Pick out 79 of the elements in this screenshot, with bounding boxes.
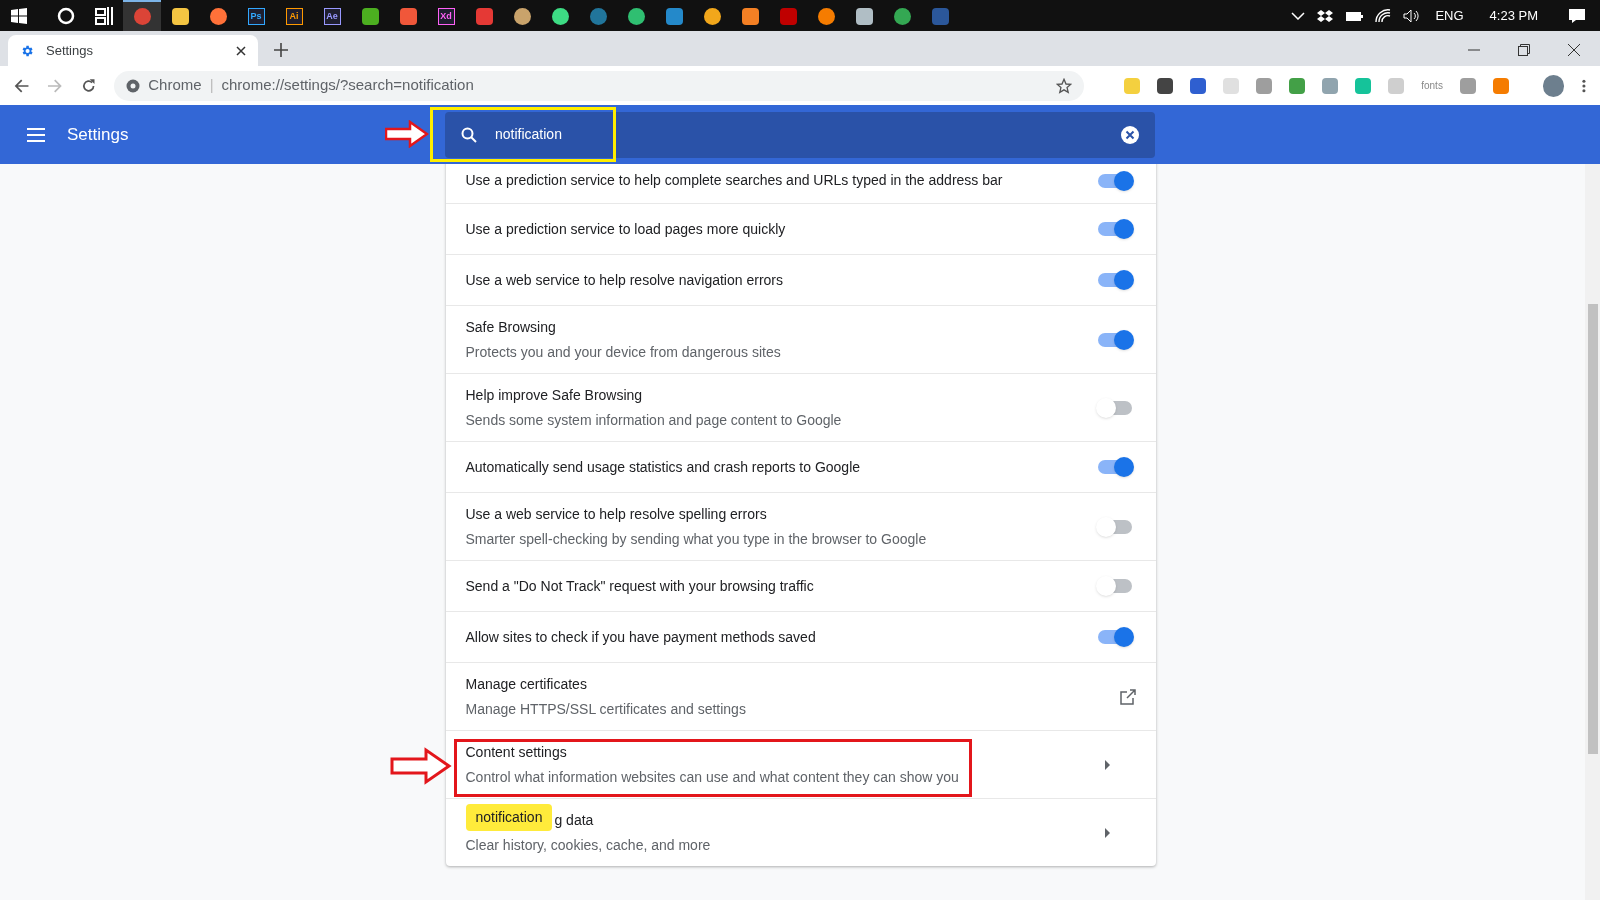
arrow-annotation <box>385 120 429 148</box>
search-icon <box>461 126 477 143</box>
app-icon: Ps <box>247 8 265 25</box>
search-bubble: notification <box>465 803 553 831</box>
toggle-switch[interactable] <box>1097 460 1132 474</box>
menu-icon[interactable] <box>27 127 45 142</box>
site-label: Chrome <box>148 75 202 96</box>
cortana-icon[interactable] <box>57 6 75 25</box>
volume-icon[interactable] <box>1403 8 1420 23</box>
setting-title: Use a web service to help resolve navigation errors <box>465 270 783 290</box>
taskbar-button[interactable]: Ps <box>237 0 275 31</box>
setting-title: Allow sites to check if you have payment methods saved <box>465 627 816 647</box>
star-icon[interactable] <box>1056 77 1073 94</box>
setting-title: Safe Browsing <box>465 317 556 337</box>
taskbar-button[interactable] <box>123 0 161 31</box>
extension-icon[interactable] <box>1157 77 1174 94</box>
dropbox-icon[interactable] <box>1317 8 1334 23</box>
app-icon: Xd <box>437 8 455 25</box>
extension-icon[interactable] <box>1190 77 1207 94</box>
setting-title: Help improve Safe Browsing <box>465 385 643 405</box>
setting-description: Smarter spell-checking by sending what you type in the browser to Google <box>465 529 928 549</box>
toggle-switch[interactable] <box>1097 630 1132 644</box>
battery-icon[interactable] <box>1345 9 1364 22</box>
app-icon: Ae <box>323 8 341 25</box>
scrollbar[interactable] <box>1585 164 1600 900</box>
page-title: Settings <box>67 123 130 146</box>
toggle-switch[interactable] <box>1097 519 1132 534</box>
toggle-switch[interactable] <box>1097 579 1132 593</box>
external-link-icon[interactable] <box>1119 688 1136 705</box>
setting-description: Protects you and your device from dangerous sites <box>465 342 782 362</box>
toggle-switch[interactable] <box>1097 332 1132 347</box>
setting-title: Use a web service to help resolve spelling errors <box>465 504 767 524</box>
app-icon: Ai <box>285 8 303 25</box>
gear-icon <box>20 43 34 58</box>
setting-description: Control what information websites can use and what content they can show you <box>465 767 960 787</box>
toggle-switch[interactable] <box>1097 273 1132 287</box>
chrome-icon <box>126 78 141 93</box>
toggle-switch[interactable] <box>1097 400 1132 415</box>
wifi-icon[interactable] <box>1375 8 1392 23</box>
clear-icon[interactable] <box>1121 125 1139 144</box>
separator: | <box>209 75 214 96</box>
taskbar-button[interactable]: Xd <box>427 0 465 31</box>
close-icon[interactable] <box>1568 44 1580 56</box>
restore-icon[interactable] <box>1518 44 1530 56</box>
search-input[interactable]: notification <box>495 124 1103 145</box>
taskbar-button[interactable]: Ai <box>275 0 313 31</box>
taskbar-button[interactable]: Ae <box>313 0 351 31</box>
close-icon[interactable] <box>236 45 246 56</box>
back-icon[interactable] <box>14 77 30 94</box>
address-bar[interactable]: Chrome | chrome://settings/?search=notification <box>114 70 1085 101</box>
setting-title: Use a prediction service to help complete searches and URLs typed in the address bar <box>465 171 1003 190</box>
task-view-icon[interactable] <box>95 6 113 25</box>
windows-icon[interactable] <box>11 7 27 24</box>
language-indicator[interactable]: ENG <box>1435 5 1464 26</box>
tab-title: Settings <box>46 41 94 60</box>
notification-icon[interactable] <box>1568 7 1586 24</box>
toggle-switch[interactable] <box>1097 222 1132 236</box>
setting-title: Send a "Do Not Track" request with your browsing traffic <box>465 576 814 596</box>
setting-description: Clear history, cookies, cache, and more <box>465 835 712 855</box>
avatar[interactable] <box>1542 74 1565 97</box>
toggle-switch[interactable] <box>1097 173 1132 188</box>
extension-button[interactable]: fonts <box>1421 78 1443 93</box>
menu-icon[interactable] <box>1582 78 1586 93</box>
new-tab-icon[interactable] <box>274 43 288 57</box>
setting-description: Manage HTTPS/SSL certificates and settings <box>465 699 747 719</box>
chevron-icon[interactable] <box>1291 11 1306 20</box>
reload-icon[interactable] <box>80 77 97 94</box>
url-text: chrome://settings/?search=notification <box>221 75 475 96</box>
setting-title: Use a prediction service to load pages more quickly <box>465 219 786 239</box>
setting-title: Manage certificates <box>465 674 587 694</box>
clock[interactable]: 4:23 PM <box>1489 5 1538 26</box>
setting-title: g data <box>554 810 594 830</box>
setting-description: Sends some system information and page content to Google <box>465 410 843 430</box>
setting-title: Content settings <box>465 742 567 762</box>
search-field[interactable]: notification <box>445 111 1155 158</box>
arrow-icon[interactable] <box>1104 827 1111 838</box>
arrow-icon[interactable] <box>1104 759 1111 770</box>
setting-title: Automatically send usage statistics and crash reports to Google <box>465 457 861 477</box>
browser-tab[interactable]: Settings <box>8 35 258 66</box>
